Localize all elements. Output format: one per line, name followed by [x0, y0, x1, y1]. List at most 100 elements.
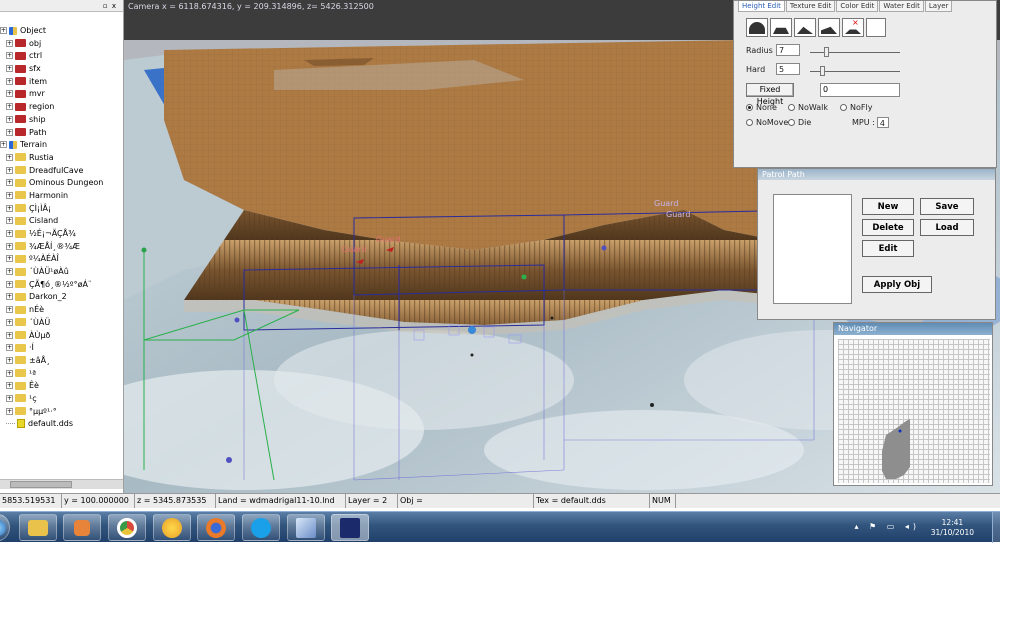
- brush-ramp-icon[interactable]: [818, 18, 840, 37]
- tree-item[interactable]: + ´ÙÀÜ¹øÀû: [0, 266, 123, 279]
- tree-item[interactable]: + º¼ÀÉÀÎ: [0, 253, 123, 266]
- expand-icon[interactable]: +: [6, 90, 13, 98]
- expand-icon[interactable]: +: [6, 280, 13, 288]
- system-tray-icons[interactable]: ▴ ⚑ ▭ ◂): [854, 522, 920, 531]
- radius-input[interactable]: 7: [776, 44, 800, 56]
- skype-icon[interactable]: [242, 514, 280, 541]
- brush-dome-icon[interactable]: [746, 18, 768, 37]
- radio-nofly[interactable]: [840, 104, 847, 111]
- tree-item[interactable]: + mvr: [0, 88, 123, 101]
- guard-label[interactable]: Guard: [376, 235, 400, 244]
- guard-label[interactable]: Guard: [666, 210, 690, 219]
- expand-icon[interactable]: +: [6, 77, 13, 85]
- expand-icon[interactable]: +: [6, 153, 13, 161]
- expand-icon[interactable]: +: [6, 293, 13, 301]
- hard-slider[interactable]: [810, 64, 900, 78]
- tree-horizontal-scrollbar[interactable]: [0, 479, 123, 489]
- tree-item[interactable]: + ÀÙµð: [0, 330, 123, 343]
- tab-height-edit[interactable]: Height Edit: [738, 1, 785, 12]
- tree-item[interactable]: + ctrl: [0, 50, 123, 63]
- tree-window-controls[interactable]: ▫ x: [103, 2, 117, 10]
- expand-icon[interactable]: +: [6, 217, 13, 225]
- tree-item[interactable]: + Path: [0, 127, 123, 140]
- delete-button[interactable]: Delete: [862, 219, 914, 236]
- expand-icon[interactable]: +: [6, 103, 13, 111]
- tree-item[interactable]: + nÉè: [0, 304, 123, 317]
- expand-icon[interactable]: +: [6, 268, 13, 276]
- brush-flat-icon[interactable]: [770, 18, 792, 37]
- edit-button[interactable]: Edit: [862, 240, 914, 257]
- tree-item[interactable]: + ±âÅ¸: [0, 355, 123, 368]
- tree-item[interactable]: + Darkon_2: [0, 291, 123, 304]
- expand-icon[interactable]: +: [6, 306, 13, 314]
- clock[interactable]: 12:41 31/10/2010: [931, 518, 974, 538]
- tree-item[interactable]: + obj: [0, 38, 123, 51]
- tree-item[interactable]: + region: [0, 101, 123, 114]
- expand-icon[interactable]: +: [6, 356, 13, 364]
- navigator-map[interactable]: [838, 339, 990, 483]
- tree-item[interactable]: + sfx: [0, 63, 123, 76]
- expand-icon[interactable]: +: [6, 331, 13, 339]
- tree-item[interactable]: + ship: [0, 114, 123, 127]
- tree-item[interactable]: + ·Í: [0, 342, 123, 355]
- expand-icon[interactable]: +: [6, 318, 13, 326]
- tree-item[interactable]: + Rustia: [0, 152, 123, 165]
- guard-label[interactable]: Guard: [342, 245, 366, 254]
- fixed-height-input[interactable]: 0: [820, 83, 900, 97]
- radio-nowalk[interactable]: [788, 104, 795, 111]
- brush-slope-icon[interactable]: [794, 18, 816, 37]
- tree-item[interactable]: + Terrain: [0, 139, 123, 152]
- chrome-icon[interactable]: [108, 514, 146, 541]
- tree-item[interactable]: + ¹ª: [0, 368, 123, 381]
- radio-nomove[interactable]: [746, 119, 753, 126]
- expand-icon[interactable]: +: [6, 179, 13, 187]
- tree-item[interactable]: + Object: [0, 25, 123, 38]
- tab-texture-edit[interactable]: Texture Edit: [785, 1, 836, 12]
- expand-icon[interactable]: +: [0, 27, 7, 34]
- radio-die[interactable]: [788, 119, 795, 126]
- hard-input[interactable]: 5: [776, 63, 800, 75]
- tree-item[interactable]: + ÇÌ¡ÌÂ¡: [0, 203, 123, 216]
- expand-icon[interactable]: +: [6, 115, 13, 123]
- tree-item[interactable]: + Ominous Dungeon: [0, 177, 123, 190]
- show-desktop-button[interactable]: [992, 512, 1000, 543]
- tree-item[interactable]: + ÇÃ¶ó¸®½º°øÁ¨: [0, 279, 123, 292]
- tree-item[interactable]: default.dds: [0, 418, 123, 431]
- tree-item[interactable]: + ¾ÆÅÍ¸®¾Æ: [0, 241, 123, 254]
- expand-icon[interactable]: +: [6, 166, 13, 174]
- expand-icon[interactable]: +: [6, 255, 13, 263]
- tree-item[interactable]: + ¹ç: [0, 393, 123, 406]
- world-editor-icon[interactable]: [331, 514, 369, 541]
- tree-item[interactable]: + DreadfulCave: [0, 165, 123, 178]
- new-button[interactable]: New: [862, 198, 914, 215]
- tree-item[interactable]: + Harmonin: [0, 190, 123, 203]
- tree-item[interactable]: + ´ÙÀÜ: [0, 317, 123, 330]
- expand-icon[interactable]: +: [0, 141, 7, 149]
- brush-flatten-icon[interactable]: ×: [842, 18, 864, 37]
- editor-app-icon[interactable]: [287, 514, 325, 541]
- tree-item[interactable]: + ½É¡¬ÄÇÅ¾: [0, 228, 123, 241]
- expand-icon[interactable]: +: [6, 242, 13, 250]
- expand-icon[interactable]: +: [6, 394, 13, 402]
- apply-obj-button[interactable]: Apply Obj: [862, 276, 932, 293]
- tab-color-edit[interactable]: Color Edit: [836, 1, 879, 12]
- expand-icon[interactable]: +: [6, 204, 13, 212]
- expand-icon[interactable]: +: [6, 369, 13, 377]
- tab-layer[interactable]: Layer: [924, 1, 953, 12]
- expand-icon[interactable]: +: [6, 128, 13, 136]
- explorer-icon[interactable]: [19, 514, 57, 541]
- expand-icon[interactable]: +: [6, 65, 13, 73]
- patrol-path-list[interactable]: [773, 194, 852, 304]
- tree-item[interactable]: + Êè: [0, 380, 123, 393]
- expand-icon[interactable]: +: [6, 382, 13, 390]
- brush-empty-icon[interactable]: [866, 18, 886, 37]
- expand-icon[interactable]: +: [6, 407, 13, 415]
- scrollbar-thumb[interactable]: [10, 481, 72, 488]
- tree-item[interactable]: + item: [0, 76, 123, 89]
- save-button[interactable]: Save: [920, 198, 974, 215]
- media-player-icon[interactable]: [63, 514, 101, 541]
- mpu-input[interactable]: 4: [876, 117, 889, 128]
- firefox-icon[interactable]: [197, 514, 235, 541]
- expand-icon[interactable]: +: [6, 52, 13, 60]
- radio-none[interactable]: [746, 104, 753, 111]
